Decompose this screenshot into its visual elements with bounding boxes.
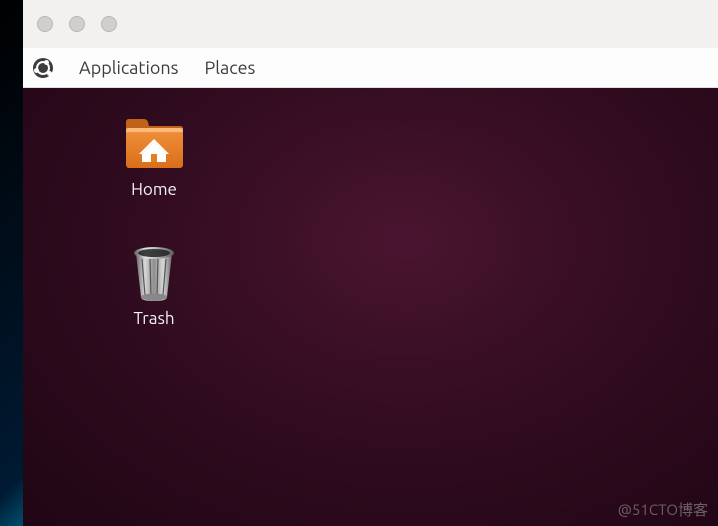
desktop-icon-label: Home — [131, 180, 177, 199]
desktop-window: Applications Places — [23, 0, 718, 526]
menu-applications[interactable]: Applications — [79, 58, 179, 78]
panel-menubar: Applications Places — [23, 48, 718, 88]
trash-icon — [122, 243, 186, 301]
menu-places[interactable]: Places — [205, 58, 256, 78]
desktop-icon-trash[interactable]: Trash — [109, 243, 199, 328]
window-close-button[interactable] — [37, 16, 53, 32]
ubuntu-logo-icon[interactable] — [33, 58, 53, 78]
watermark-text: @51CTO博客 — [618, 499, 708, 520]
desktop-area[interactable]: Home — [23, 88, 718, 526]
desktop-icon-label: Trash — [133, 309, 174, 328]
desktop-icon-home[interactable]: Home — [109, 114, 199, 199]
window-maximize-button[interactable] — [101, 16, 117, 32]
window-titlebar — [23, 0, 718, 48]
window-minimize-button[interactable] — [69, 16, 85, 32]
home-folder-icon — [122, 114, 186, 172]
